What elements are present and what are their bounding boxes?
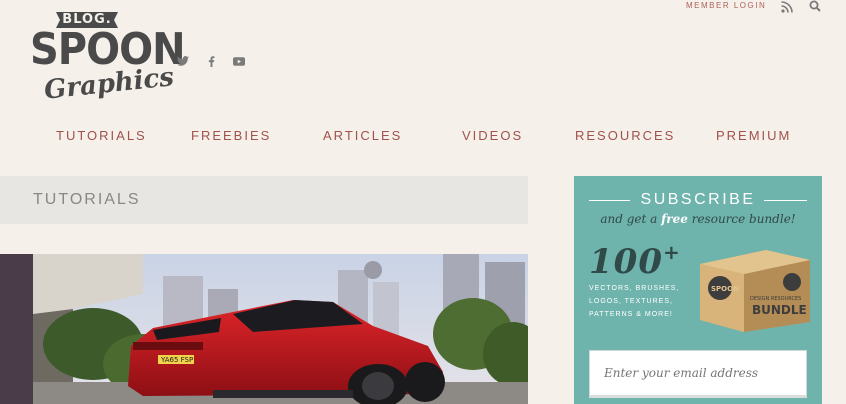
member-login-link[interactable]: MEMBER LOGIN	[686, 1, 766, 10]
asset-line: PATTERNS & MORE!	[589, 311, 673, 318]
twitter-icon[interactable]	[176, 54, 190, 68]
search-icon[interactable]	[809, 0, 823, 13]
tagline-pre: and get a	[600, 212, 662, 226]
section-header: TUTORIALS	[0, 176, 528, 224]
subscribe-title: SUBSCRIBE	[640, 191, 756, 208]
bundle-label-top: DESIGN RESOURCES	[750, 296, 801, 302]
bundle-brand: SPOON	[711, 285, 739, 293]
email-input[interactable]	[589, 350, 807, 398]
nav-articles[interactable]: ARTICLES	[323, 128, 402, 143]
nav-freebies[interactable]: FREEBIES	[191, 128, 271, 143]
nav-tutorials[interactable]: TUTORIALS	[56, 128, 147, 143]
asset-types: VECTORS, BRUSHES, LOGOS, TEXTURES, PATTE…	[589, 282, 699, 321]
nav-videos[interactable]: VIDEOS	[462, 128, 523, 143]
rss-icon[interactable]	[781, 0, 795, 13]
social-links	[176, 54, 246, 68]
feature-left-edge	[0, 254, 33, 404]
resource-count-number: 100	[589, 242, 663, 282]
bundle-crate-image: SPOON DESIGN RESOURCES BUNDLE	[696, 242, 814, 334]
featured-car-illustration: YA65 FSP	[33, 254, 528, 404]
nav-premium[interactable]: PREMIUM	[716, 128, 791, 143]
site-logo[interactable]: BLOG. SPOON Graphics	[30, 8, 186, 112]
tagline-free: free	[661, 212, 688, 226]
asset-line: VECTORS, BRUSHES,	[589, 285, 680, 292]
asset-line: LOGOS, TEXTURES,	[589, 298, 673, 305]
logo-wordmark: SPOON	[30, 25, 186, 75]
license-plate: YA65 FSP	[160, 356, 193, 364]
section-title: TUTORIALS	[33, 191, 141, 208]
youtube-icon[interactable]	[232, 54, 246, 68]
featured-post-image[interactable]: YA65 FSP	[33, 254, 528, 404]
subscribe-widget: SUBSCRIBE and get a free resource bundle…	[574, 176, 822, 404]
resource-count-suffix: +	[662, 240, 681, 264]
tagline-post: resource bundle!	[687, 212, 796, 226]
subscribe-tagline: and get a free resource bundle!	[574, 212, 822, 226]
main-nav: TUTORIALS FREEBIES ARTICLES VIDEOS RESOU…	[0, 128, 846, 146]
nav-resources[interactable]: RESOURCES	[575, 128, 675, 143]
bundle-label-main: BUNDLE	[752, 303, 807, 317]
facebook-icon[interactable]	[204, 54, 218, 68]
resource-count: 100+	[589, 240, 681, 282]
